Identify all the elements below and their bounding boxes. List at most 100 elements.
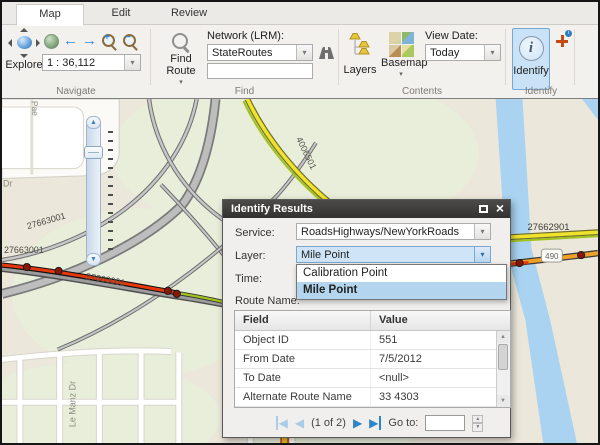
street-label: Dr: [3, 178, 12, 188]
identify-button[interactable]: i Identify: [512, 28, 550, 90]
network-combo-arrow-icon[interactable]: ▾: [296, 45, 312, 60]
identify-icon: i: [519, 36, 544, 61]
group-divider: [574, 29, 575, 85]
group-find: Find Route ▾ Network (LRM): StateRoutes …: [151, 25, 338, 98]
tab-edit[interactable]: Edit: [88, 4, 154, 23]
goto-label: Go to:: [388, 417, 418, 429]
network-lrm-label: Network (LRM):: [207, 30, 284, 42]
attributes-table: Field Value Object ID 551 From Date 7/5/…: [234, 310, 511, 408]
zoom-slider-up-icon[interactable]: ▲: [86, 116, 101, 129]
ribbon: Explore ← → + − 1 : 36,112 ▾ Navigate: [2, 25, 598, 99]
dropdown-option-mile-point[interactable]: Mile Point: [297, 282, 506, 299]
network-combo[interactable]: StateRoutes ▾: [207, 44, 313, 61]
maximize-icon[interactable]: [479, 205, 488, 213]
route-label: 27662901: [527, 222, 569, 233]
value-cell: 33 4303: [370, 388, 496, 406]
find-route-button[interactable]: Find Route ▾: [163, 31, 199, 86]
service-combo[interactable]: RoadsHighways/NewYorkRoads ▾: [296, 223, 491, 240]
page-indicator: (1 of 2): [311, 417, 346, 429]
field-cell: From Date: [235, 350, 370, 368]
layer-label: Layer:: [235, 250, 266, 262]
tab-review[interactable]: Review: [156, 4, 222, 23]
next-page-icon[interactable]: ▶: [353, 416, 362, 430]
route-input[interactable]: [207, 63, 313, 79]
pagination-bar: ◀ ◀ (1 of 2) ▶ ▶ Go to: ▲▼: [223, 411, 510, 435]
basemap-icon: [389, 32, 414, 57]
goto-page-input[interactable]: [425, 415, 465, 431]
scroll-down-icon[interactable]: ▼: [497, 395, 509, 407]
layer-value: Mile Point: [297, 249, 474, 261]
find-route-magnifier-icon: [170, 31, 192, 53]
group-label-contents: Contents: [339, 86, 505, 97]
view-date-combo-arrow-icon[interactable]: ▾: [484, 45, 500, 60]
map-zoom-slider[interactable]: ▲ ▼: [86, 116, 118, 268]
table-row[interactable]: From Date 7/5/2012: [235, 350, 496, 369]
field-cell: To Date: [235, 369, 370, 387]
view-date-label: View Date:: [425, 30, 478, 42]
table-row[interactable]: To Date <null>: [235, 369, 496, 388]
scale-combo[interactable]: 1 : 36,112 ▾: [42, 54, 141, 71]
explore-button[interactable]: Explore: [5, 30, 43, 73]
layer-dropdown-list: Calibration Point Mile Point: [296, 264, 507, 300]
table-scrollbar[interactable]: ▲ ▼: [496, 331, 510, 407]
table-header-field: Field: [235, 311, 370, 330]
group-contents: Layers Basemap ▾ View Date: Today ▾ Cont…: [339, 25, 505, 98]
view-date-combo[interactable]: Today ▾: [425, 44, 501, 61]
map-viewport[interactable]: 490 27663001 27663001 27663001 4006501 2…: [2, 99, 598, 444]
group-identify: i Identify i Identify: [506, 25, 576, 98]
service-label: Service:: [235, 227, 275, 239]
basemap-label: Basemap: [381, 57, 421, 69]
zoom-slider-handle[interactable]: [84, 146, 103, 159]
explore-icon: [9, 30, 39, 55]
last-page-icon[interactable]: ▶: [369, 416, 381, 430]
table-row[interactable]: Alternate Route Name 33 4303: [235, 388, 496, 407]
identify-route-location-icon[interactable]: i: [556, 34, 570, 48]
dropdown-option-calibration-point[interactable]: Calibration Point: [297, 265, 506, 282]
scale-combo-arrow-icon[interactable]: ▾: [124, 55, 140, 70]
service-value: RoadsHighways/NewYorkRoads: [297, 226, 474, 238]
layer-combo[interactable]: Mile Point ▾: [296, 246, 491, 263]
previous-extent-icon[interactable]: ←: [63, 34, 78, 48]
dialog-titlebar[interactable]: Identify Results ×: [223, 200, 510, 218]
find-route-label: Find Route: [163, 53, 199, 77]
zoom-slider-track[interactable]: [86, 116, 101, 266]
basemap-dropdown-icon[interactable]: ▾: [381, 70, 421, 78]
scroll-up-icon[interactable]: ▲: [497, 331, 509, 343]
table-rows: Object ID 551 From Date 7/5/2012 To Date…: [235, 331, 496, 407]
spinner-down-icon[interactable]: ▼: [472, 423, 483, 432]
previous-page-icon[interactable]: ◀: [295, 416, 304, 430]
route-label: 27663001: [4, 245, 44, 255]
spinner-up-icon[interactable]: ▲: [472, 415, 483, 424]
basemap-button[interactable]: Basemap ▾: [381, 32, 421, 78]
binoculars-icon[interactable]: [318, 45, 335, 60]
identify-label: Identify: [513, 65, 549, 77]
layers-icon: [348, 46, 372, 63]
field-cell: Alternate Route Name: [235, 388, 370, 406]
view-date-value: Today: [426, 47, 484, 59]
value-cell: 7/5/2012: [370, 350, 496, 368]
value-cell: 551: [370, 331, 496, 349]
group-label-identify: Identify: [506, 86, 576, 97]
find-route-dropdown-icon[interactable]: ▾: [163, 78, 199, 86]
table-row[interactable]: Object ID 551: [235, 331, 496, 350]
layers-button[interactable]: Layers: [343, 32, 377, 76]
group-label-navigate: Navigate: [2, 86, 150, 97]
goto-spinner[interactable]: ▲▼: [472, 415, 483, 432]
scale-value: 1 : 36,112: [43, 57, 124, 69]
zoom-slider-down-icon[interactable]: ▼: [86, 253, 101, 266]
tab-map[interactable]: Map: [16, 4, 84, 26]
scrollbar-thumb[interactable]: [498, 344, 508, 370]
table-header: Field Value: [235, 311, 510, 331]
navigate-icon-row: ← → + −: [44, 32, 139, 50]
zoom-out-icon[interactable]: −: [122, 33, 139, 50]
network-value: StateRoutes: [208, 47, 296, 59]
close-icon[interactable]: ×: [496, 200, 504, 217]
service-combo-arrow-icon[interactable]: ▾: [474, 224, 490, 239]
zoom-slider-ticks: [108, 131, 113, 257]
full-extent-globe-icon[interactable]: [44, 34, 59, 49]
layer-combo-arrow-icon[interactable]: ▾: [474, 247, 490, 262]
zoom-in-icon[interactable]: +: [101, 33, 118, 50]
next-extent-icon[interactable]: →: [82, 34, 97, 48]
route-name-label: Route Name:: [235, 295, 300, 307]
first-page-icon[interactable]: ◀: [276, 416, 288, 430]
